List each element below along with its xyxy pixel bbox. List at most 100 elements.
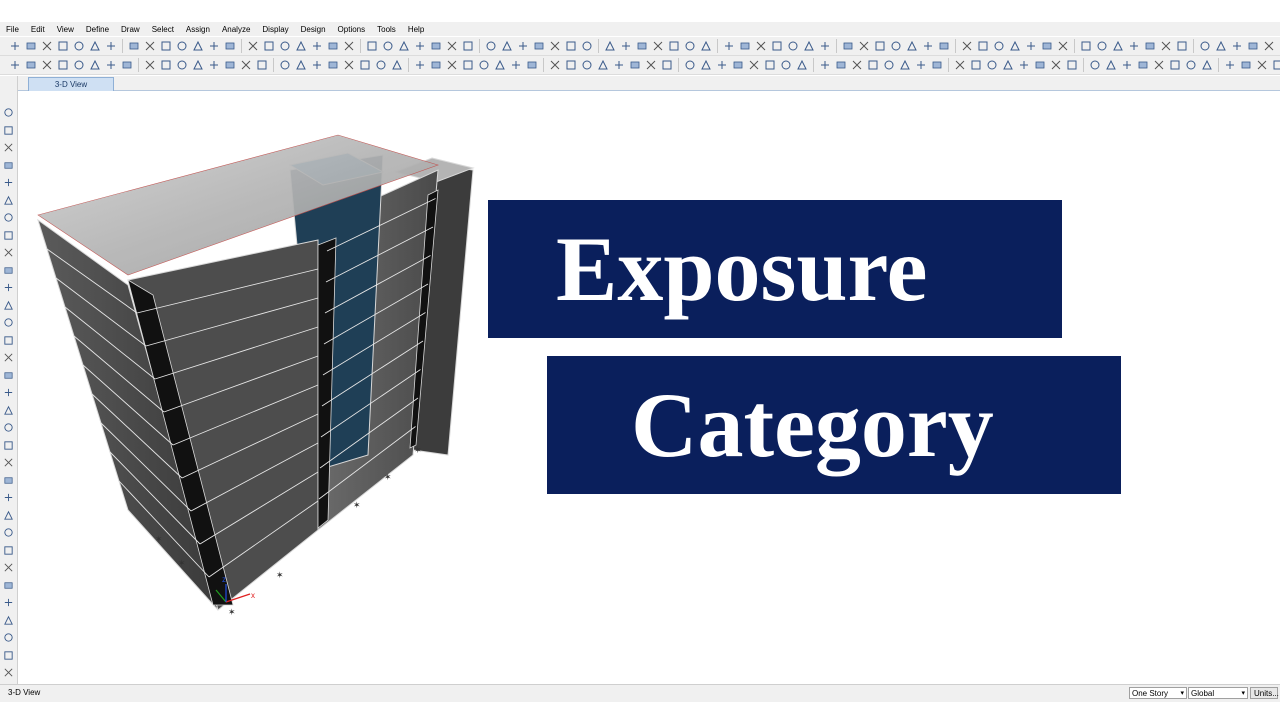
main-toolbar-tool-icon[interactable]	[175, 39, 189, 53]
secondary-toolbar-tool-icon[interactable]	[779, 58, 793, 72]
left-tool-icon[interactable]	[2, 526, 15, 539]
left-tool-icon[interactable]	[2, 614, 15, 627]
secondary-toolbar-tool-icon[interactable]	[644, 58, 658, 72]
secondary-toolbar-tool-icon[interactable]	[834, 58, 848, 72]
secondary-toolbar-tool-icon[interactable]	[596, 58, 610, 72]
coord-system-select[interactable]: Global ▾	[1188, 687, 1248, 699]
main-toolbar-tool-icon[interactable]	[754, 39, 768, 53]
main-toolbar-tool-icon[interactable]	[1079, 39, 1093, 53]
secondary-toolbar-tool-icon[interactable]	[1001, 58, 1015, 72]
main-toolbar-tool-icon[interactable]	[159, 39, 173, 53]
main-toolbar-tool-icon[interactable]	[104, 39, 118, 53]
left-tool-icon[interactable]	[2, 316, 15, 329]
main-toolbar-tool-icon[interactable]	[802, 39, 816, 53]
left-tool-icon[interactable]	[2, 386, 15, 399]
main-toolbar-tool-icon[interactable]	[24, 39, 38, 53]
main-toolbar-tool-icon[interactable]	[1111, 39, 1125, 53]
main-toolbar-tool-icon[interactable]	[445, 39, 459, 53]
secondary-toolbar-tool-icon[interactable]	[1088, 58, 1102, 72]
left-tool-icon[interactable]	[2, 281, 15, 294]
left-tool-icon[interactable]	[2, 456, 15, 469]
secondary-toolbar-tool-icon[interactable]	[24, 58, 38, 72]
main-toolbar-tool-icon[interactable]	[88, 39, 102, 53]
main-toolbar-tool-icon[interactable]	[413, 39, 427, 53]
secondary-toolbar-tool-icon[interactable]	[898, 58, 912, 72]
secondary-toolbar-tool-icon[interactable]	[493, 58, 507, 72]
left-tool-icon[interactable]	[2, 334, 15, 347]
secondary-toolbar-tool-icon[interactable]	[56, 58, 70, 72]
main-toolbar-tool-icon[interactable]	[1143, 39, 1157, 53]
secondary-toolbar-tool-icon[interactable]	[40, 58, 54, 72]
main-toolbar-tool-icon[interactable]	[976, 39, 990, 53]
menu-help[interactable]: Help	[402, 25, 430, 34]
secondary-toolbar-tool-icon[interactable]	[1033, 58, 1047, 72]
main-toolbar-tool-icon[interactable]	[1159, 39, 1173, 53]
secondary-toolbar-tool-icon[interactable]	[882, 58, 896, 72]
secondary-toolbar-tool-icon[interactable]	[445, 58, 459, 72]
pointer-icon[interactable]	[2, 106, 15, 119]
main-toolbar-tool-icon[interactable]	[310, 39, 324, 53]
secondary-toolbar-tool-icon[interactable]	[866, 58, 880, 72]
secondary-toolbar-tool-icon[interactable]	[795, 58, 809, 72]
secondary-toolbar-tool-icon[interactable]	[390, 58, 404, 72]
secondary-toolbar-tool-icon[interactable]	[1104, 58, 1118, 72]
secondary-toolbar-tool-icon[interactable]	[175, 58, 189, 72]
secondary-toolbar-tool-icon[interactable]	[8, 58, 22, 72]
main-toolbar-tool-icon[interactable]	[207, 39, 221, 53]
main-toolbar-tool-icon[interactable]	[770, 39, 784, 53]
main-toolbar-tool-icon[interactable]	[722, 39, 736, 53]
secondary-toolbar-tool-icon[interactable]	[310, 58, 324, 72]
secondary-toolbar-tool-icon[interactable]	[1065, 58, 1079, 72]
main-toolbar-tool-icon[interactable]	[484, 39, 498, 53]
secondary-toolbar-tool-icon[interactable]	[374, 58, 388, 72]
main-toolbar-tool-icon[interactable]	[960, 39, 974, 53]
left-tool-icon[interactable]	[2, 596, 15, 609]
main-toolbar-tool-icon[interactable]	[1175, 39, 1189, 53]
main-toolbar-tool-icon[interactable]	[1056, 39, 1070, 53]
main-toolbar-tool-icon[interactable]	[365, 39, 379, 53]
secondary-toolbar-tool-icon[interactable]	[120, 58, 134, 72]
main-toolbar-tool-icon[interactable]	[278, 39, 292, 53]
main-toolbar-tool-icon[interactable]	[548, 39, 562, 53]
main-toolbar-tool-icon[interactable]	[1040, 39, 1054, 53]
secondary-toolbar-tool-icon[interactable]	[1239, 58, 1253, 72]
secondary-toolbar-tool-icon[interactable]	[930, 58, 944, 72]
secondary-toolbar-tool-icon[interactable]	[1200, 58, 1214, 72]
secondary-toolbar-tool-icon[interactable]	[223, 58, 237, 72]
secondary-toolbar-tool-icon[interactable]	[278, 58, 292, 72]
main-toolbar-tool-icon[interactable]	[1246, 39, 1260, 53]
main-toolbar-tool-icon[interactable]	[786, 39, 800, 53]
left-tool-icon[interactable]	[2, 404, 15, 417]
secondary-toolbar-tool-icon[interactable]	[1184, 58, 1198, 72]
secondary-toolbar-tool-icon[interactable]	[715, 58, 729, 72]
main-toolbar-tool-icon[interactable]	[841, 39, 855, 53]
main-toolbar-tool-icon[interactable]	[397, 39, 411, 53]
secondary-toolbar-tool-icon[interactable]	[461, 58, 475, 72]
main-toolbar-tool-icon[interactable]	[1198, 39, 1212, 53]
secondary-toolbar-tool-icon[interactable]	[699, 58, 713, 72]
main-toolbar-tool-icon[interactable]	[326, 39, 340, 53]
secondary-toolbar-tool-icon[interactable]	[358, 58, 372, 72]
main-toolbar-tool-icon[interactable]	[429, 39, 443, 53]
menu-file[interactable]: File	[0, 25, 25, 34]
secondary-toolbar-tool-icon[interactable]	[1136, 58, 1150, 72]
main-toolbar-tool-icon[interactable]	[1262, 39, 1276, 53]
left-tool-icon[interactable]	[2, 229, 15, 242]
main-toolbar-tool-icon[interactable]	[889, 39, 903, 53]
menu-options[interactable]: Options	[332, 25, 372, 34]
secondary-toolbar-tool-icon[interactable]	[1120, 58, 1134, 72]
menu-tools[interactable]: Tools	[371, 25, 402, 34]
left-tool-icon[interactable]	[2, 579, 15, 592]
secondary-toolbar-tool-icon[interactable]	[72, 58, 86, 72]
menu-design[interactable]: Design	[295, 25, 332, 34]
main-toolbar-tool-icon[interactable]	[564, 39, 578, 53]
main-toolbar-tool-icon[interactable]	[500, 39, 514, 53]
left-tool-icon[interactable]	[2, 439, 15, 452]
main-toolbar-tool-icon[interactable]	[699, 39, 713, 53]
secondary-toolbar-tool-icon[interactable]	[612, 58, 626, 72]
main-toolbar-tool-icon[interactable]	[532, 39, 546, 53]
menu-analyze[interactable]: Analyze	[216, 25, 256, 34]
left-tool-icon[interactable]	[2, 491, 15, 504]
secondary-toolbar-tool-icon[interactable]	[326, 58, 340, 72]
main-toolbar-tool-icon[interactable]	[40, 39, 54, 53]
